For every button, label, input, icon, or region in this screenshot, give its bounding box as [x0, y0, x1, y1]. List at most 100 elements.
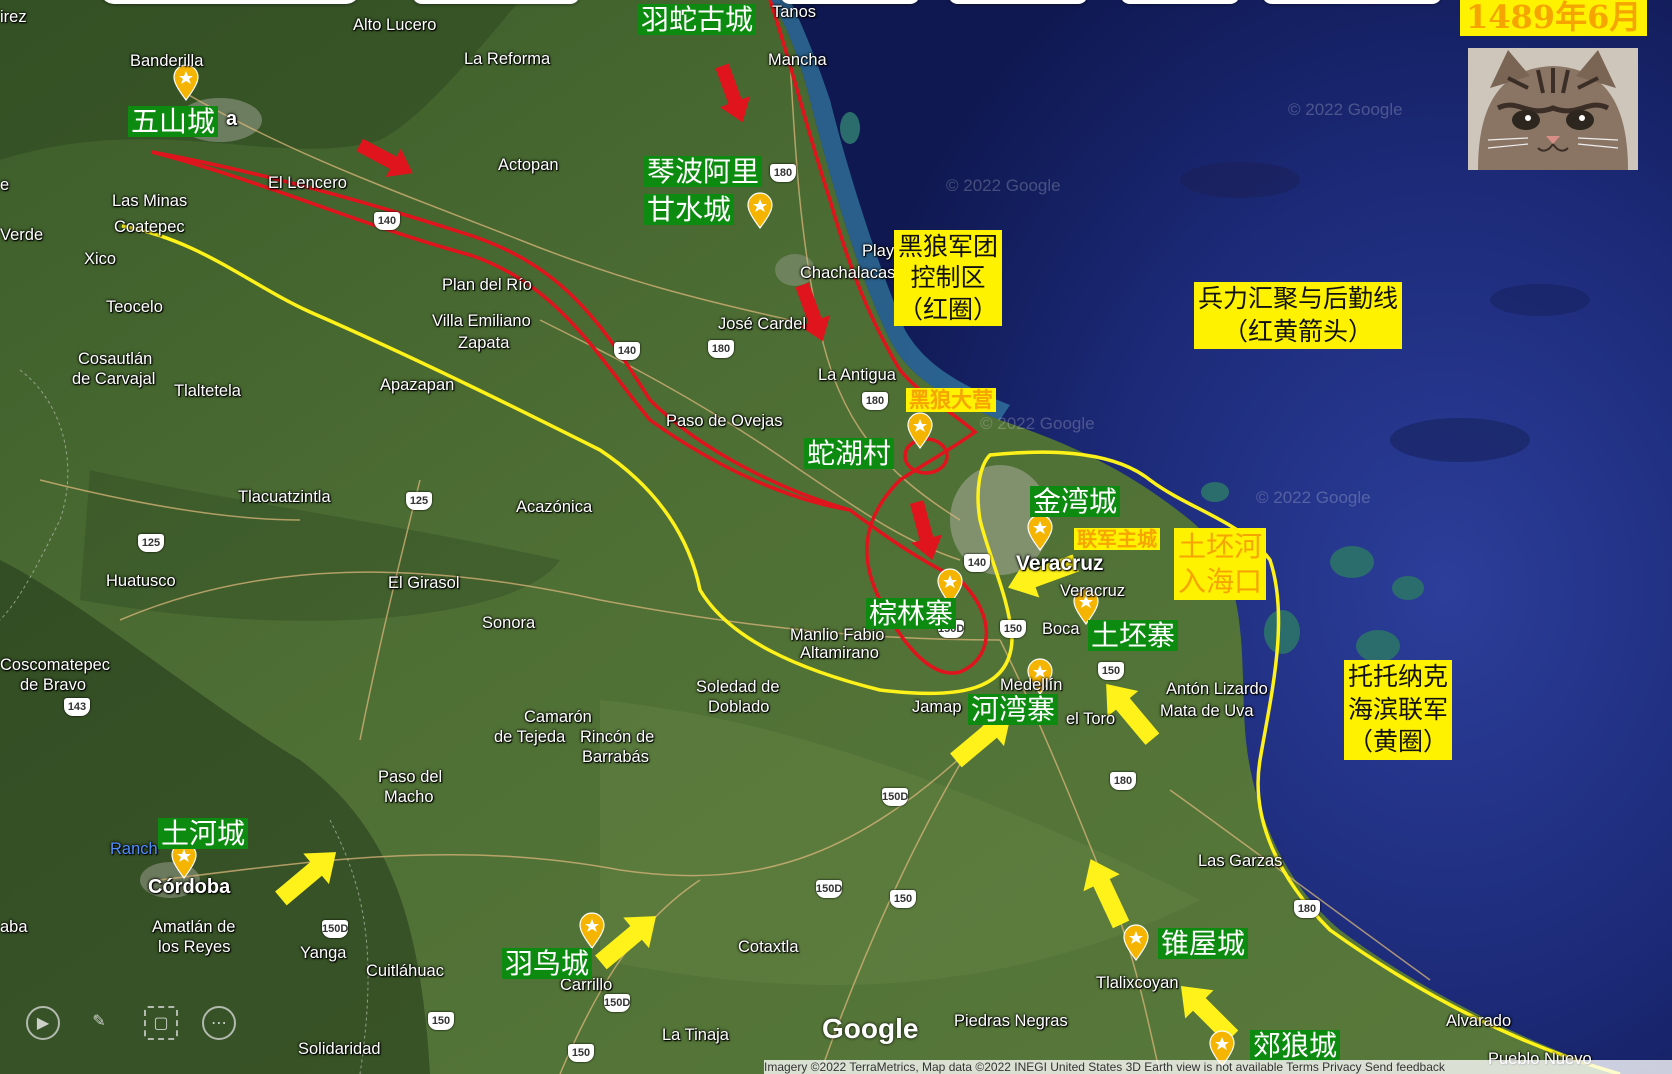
highway-shield: 180	[1110, 772, 1136, 790]
top-chip-3[interactable]	[948, 0, 1088, 4]
place-label: Rincón de	[580, 728, 655, 746]
highway-shield: 140	[614, 342, 640, 360]
place-label: La Tinaja	[662, 1026, 729, 1044]
place-label: Veracruz	[1060, 582, 1126, 600]
place-label: el Toro	[1066, 710, 1116, 728]
highway-shield: 150D	[322, 920, 348, 938]
place-label: Cosautlán	[78, 350, 153, 368]
city-label-zhuiwu: 锥屋城	[1158, 928, 1249, 959]
place-label: Zapata	[458, 334, 510, 352]
highway-shield: 180	[862, 392, 888, 410]
highway-shield: 150D	[882, 788, 908, 806]
place-label: Ranch	[110, 840, 158, 858]
place-label: de Carvajal	[72, 370, 156, 388]
place-label: Solidaridad	[298, 1040, 381, 1058]
place-label: José Cardel	[718, 315, 807, 333]
highway-shield: 125	[406, 492, 432, 510]
city-label-hewan: 河湾寨	[968, 694, 1059, 725]
place-label: a	[226, 108, 238, 130]
place-label: de Tejeda	[494, 728, 566, 746]
legend-line: 托托纳克	[1348, 662, 1449, 691]
legend-line: （黄圈）	[1348, 727, 1449, 756]
place-label: Teocelo	[106, 298, 163, 316]
city-label-tuhe: 土河城	[158, 818, 249, 849]
highway-shield: 150	[1098, 662, 1124, 680]
place-label: Huatusco	[106, 572, 176, 590]
place-label: Altamirano	[800, 644, 879, 662]
place-label: Yanga	[300, 944, 347, 962]
highway-shield: 180	[770, 164, 796, 182]
legend-line: 控制区	[910, 263, 986, 293]
place-label: Boca	[1042, 620, 1080, 638]
city-label-yushe: 羽蛇古城	[638, 4, 757, 35]
date-label: 1489年6月	[1460, 0, 1648, 36]
legend-yellow-zone: 托托纳克 海滨联军 （黄圈）	[1344, 660, 1453, 760]
place-label: irez	[0, 8, 27, 26]
camp-label-heilang: 黑狼大营	[906, 388, 996, 412]
watermark: © 2022 Google	[1256, 488, 1371, 507]
city-label-jiaolang: 郊狼城	[1250, 1030, 1341, 1061]
place-label: Barrabás	[582, 748, 649, 766]
place-label: Tanos	[772, 3, 817, 21]
pen-icon[interactable]: ✎	[84, 1006, 114, 1036]
highway-shield: 150	[428, 1012, 454, 1030]
place-label: Sonora	[482, 614, 536, 632]
place-label: Xico	[84, 250, 117, 268]
city-label-qinbo-1: 琴波阿里	[644, 156, 763, 187]
place-label[interactable]: Veracruz	[1016, 552, 1104, 576]
place-label: Actopan	[498, 156, 559, 174]
city-label-qinbo-2: 甘水城	[644, 194, 735, 225]
highway-shield: 150	[890, 890, 916, 908]
legend-line: （红圈）	[898, 294, 999, 324]
place-label: Apazapan	[380, 376, 455, 394]
top-chip-4[interactable]	[1120, 0, 1240, 4]
watermark: © 2022 Google	[946, 176, 1061, 195]
place-label: Chachalacas	[800, 264, 896, 282]
kitten-photo	[1468, 48, 1638, 170]
place-label: El Girasol	[388, 574, 460, 592]
place-label: e	[0, 176, 10, 194]
place-label: Camarón	[524, 708, 592, 726]
legend-line: 海滨联军	[1348, 694, 1449, 724]
place-label[interactable]: Córdoba	[148, 876, 230, 899]
legend-red-zone: 黑狼军团 控制区 （红圈）	[894, 230, 1003, 326]
satellite-map[interactable]	[0, 0, 1672, 1074]
top-search-panel[interactable]	[100, 0, 360, 4]
place-label: aba	[0, 918, 28, 936]
place-label: los Reyes	[158, 938, 231, 956]
screenshot-icon[interactable]: ▢	[144, 1006, 178, 1040]
play-icon[interactable]: ▶	[26, 1006, 60, 1040]
more-icon[interactable]: ⋯	[202, 1006, 236, 1040]
city-label-yuniao: 羽鸟城	[502, 948, 593, 979]
place-label: de Bravo	[20, 676, 87, 694]
place-label: Coatepec	[114, 218, 185, 236]
city-label-wushan: 五山城	[128, 106, 219, 137]
highway-shield: 150D	[816, 880, 842, 898]
city-label-lianjun: 联军主城	[1074, 528, 1160, 550]
top-chip-5[interactable]	[1262, 0, 1442, 4]
place-label: La Antigua	[818, 366, 896, 384]
legend-line: 黑狼军团	[898, 232, 999, 261]
place-label: Las Minas	[112, 192, 188, 210]
city-label-shehu: 蛇湖村	[804, 438, 895, 469]
place-label: Alvarado	[1446, 1012, 1512, 1030]
attribution-bar[interactable]: Imagery ©2022 TerraMetrics, Map data ©20…	[764, 1060, 1672, 1074]
place-label: Tlacuatzintla	[238, 488, 331, 506]
place-label: Paso del	[378, 768, 443, 786]
legend-river-mouth: 土坯河 入海口	[1174, 528, 1267, 600]
highway-shield: 143	[64, 698, 90, 716]
place-label: Acazónica	[516, 498, 593, 516]
place-label: Banderilla	[130, 52, 204, 70]
city-label-jinwan: 金湾城	[1030, 486, 1121, 517]
place-label: Las Garzas	[1198, 852, 1283, 870]
legend-line: 入海口	[1178, 565, 1263, 598]
legend-arrows: 兵力汇聚与后勤线 （红黄箭头）	[1194, 282, 1403, 349]
highway-shield: 150D	[604, 994, 630, 1012]
highway-shield: 140	[964, 554, 990, 572]
top-chip-1[interactable]	[412, 0, 580, 4]
highway-shield: 140	[374, 212, 400, 230]
place-label: Doblado	[708, 698, 770, 716]
place-label: Amatlán de	[152, 918, 236, 936]
place-label: Mata de Uva	[1160, 702, 1254, 720]
legend-line: （红黄箭头）	[1223, 316, 1374, 346]
